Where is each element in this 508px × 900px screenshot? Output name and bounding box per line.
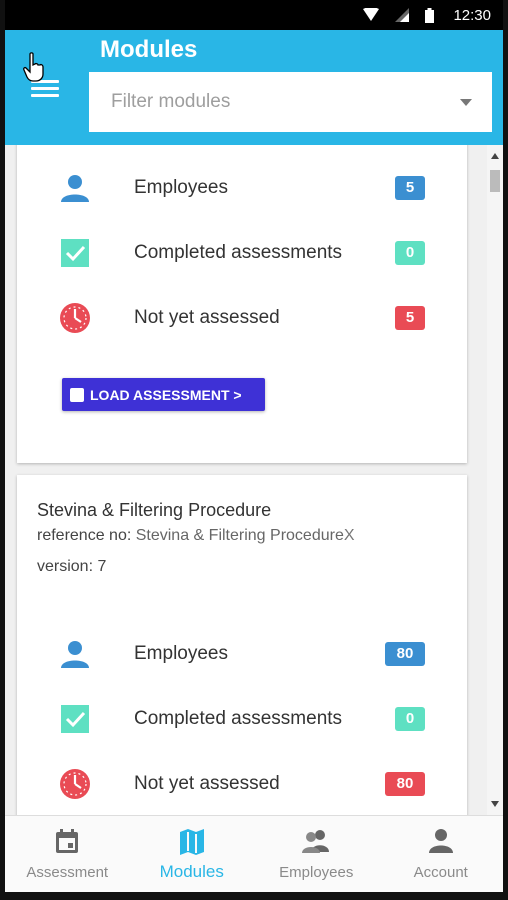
completed-assessments-label: Completed assessments bbox=[134, 242, 343, 263]
completed-assessments-row: Completed assessments 0 bbox=[17, 699, 467, 739]
person-icon bbox=[428, 829, 453, 853]
completed-assessments-row: Completed assessments 0 bbox=[17, 233, 467, 273]
reference-value: Stevina & Filtering Procedure bbox=[135, 527, 344, 544]
clock-icon bbox=[60, 769, 90, 799]
map-icon bbox=[179, 829, 204, 855]
reference-suffix: X bbox=[343, 527, 355, 544]
not-assessed-count-badge: 80 bbox=[385, 772, 425, 796]
filter-modules-dropdown[interactable] bbox=[89, 72, 492, 132]
check-box-icon bbox=[61, 239, 89, 267]
nav-assessment-label: Assessment bbox=[26, 864, 109, 881]
module-card: Employees 5 Completed assessments 0 Not … bbox=[17, 145, 467, 463]
load-assessment-label: LOAD ASSESSMENT > bbox=[90, 386, 242, 403]
module-version: version: 7 bbox=[37, 558, 107, 575]
nav-account[interactable]: Account bbox=[379, 816, 504, 892]
completed-count-badge: 0 bbox=[395, 241, 425, 265]
completed-assessments-label: Completed assessments bbox=[134, 708, 343, 729]
check-box-icon bbox=[61, 705, 89, 733]
not-assessed-count-badge: 5 bbox=[395, 306, 425, 330]
person-icon bbox=[61, 641, 89, 668]
employees-label: Employees bbox=[134, 643, 228, 664]
vertical-scrollbar[interactable] bbox=[487, 145, 503, 815]
not-yet-assessed-label: Not yet assessed bbox=[134, 773, 280, 794]
dropdown-caret-icon[interactable] bbox=[460, 98, 472, 106]
bottom-navigation: Assessment Modules Employees Account bbox=[5, 815, 503, 892]
filter-modules-input[interactable] bbox=[109, 90, 413, 114]
person-icon bbox=[61, 175, 89, 202]
clock-icon bbox=[60, 303, 90, 333]
scroll-down-arrow-icon[interactable] bbox=[491, 801, 499, 807]
not-yet-assessed-row: Not yet assessed 5 bbox=[17, 298, 467, 338]
nav-employees-label: Employees bbox=[279, 864, 354, 881]
employees-label: Employees bbox=[134, 177, 228, 198]
nav-modules[interactable]: Modules bbox=[130, 816, 255, 892]
status-bar: 12:30 bbox=[5, 0, 503, 30]
page-title: Modules bbox=[100, 36, 198, 63]
load-assessment-button[interactable]: LOAD ASSESSMENT > bbox=[62, 378, 265, 411]
battery-icon bbox=[425, 8, 434, 23]
document-icon bbox=[70, 387, 84, 402]
completed-count-badge: 0 bbox=[395, 707, 425, 731]
clock-time: 12:30 bbox=[453, 7, 491, 24]
nav-modules-label: Modules bbox=[159, 862, 224, 881]
nav-employees[interactable]: Employees bbox=[254, 816, 379, 892]
reference-number: reference no: Stevina & Filtering Proced… bbox=[37, 527, 355, 545]
app-header: Modules bbox=[5, 30, 503, 145]
reference-label: reference no: bbox=[37, 527, 132, 544]
not-yet-assessed-label: Not yet assessed bbox=[134, 307, 280, 328]
employees-row: Employees 5 bbox=[17, 168, 467, 208]
module-title: Stevina & Filtering Procedure bbox=[37, 500, 272, 520]
hand-cursor-icon bbox=[23, 52, 44, 82]
employees-count-badge: 5 bbox=[395, 176, 425, 200]
signal-icon bbox=[395, 8, 409, 22]
employees-count-badge: 80 bbox=[385, 642, 425, 666]
scrollbar-thumb[interactable] bbox=[490, 170, 500, 192]
app-screen: 12:30 Modules Employees 5 Completed asse… bbox=[5, 0, 503, 892]
nav-account-label: Account bbox=[413, 864, 468, 881]
nav-assessment[interactable]: Assessment bbox=[5, 816, 130, 892]
scroll-up-arrow-icon[interactable] bbox=[491, 153, 499, 159]
people-icon bbox=[302, 830, 330, 853]
employees-row: Employees 80 bbox=[17, 634, 467, 674]
calendar-icon bbox=[56, 829, 79, 853]
not-yet-assessed-row: Not yet assessed 80 bbox=[17, 764, 467, 804]
module-card: Stevina & Filtering Procedure reference … bbox=[17, 475, 467, 815]
wifi-icon bbox=[363, 8, 379, 21]
modules-list[interactable]: Employees 5 Completed assessments 0 Not … bbox=[5, 145, 487, 815]
